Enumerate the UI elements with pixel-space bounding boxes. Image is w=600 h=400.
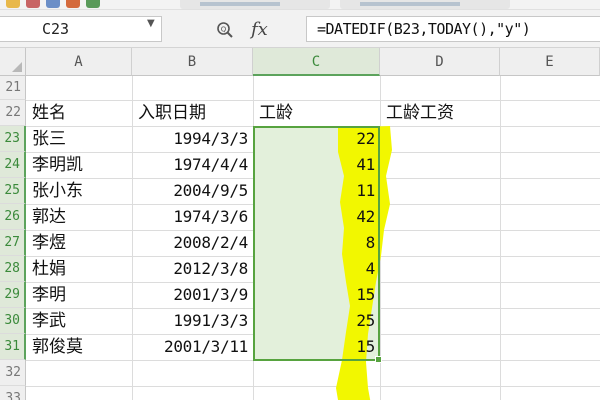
row-header[interactable]: 23	[0, 126, 26, 152]
header-seniority[interactable]: 工龄	[254, 100, 379, 126]
cell-seniority[interactable]: 11	[254, 178, 379, 204]
row-header[interactable]: 27	[0, 230, 26, 256]
zoom-icon[interactable]: Q	[216, 21, 234, 39]
column-header-c[interactable]: C	[253, 48, 380, 76]
column-header-e[interactable]: E	[500, 48, 600, 76]
cell-hire-date[interactable]: 2012/3/8	[133, 256, 252, 282]
chevron-down-icon[interactable]: ▼	[147, 18, 155, 29]
document-tab[interactable]	[180, 0, 330, 9]
svg-text:Q: Q	[221, 26, 227, 34]
cell-hire-date[interactable]: 2004/9/5	[133, 178, 252, 204]
cell-hire-date[interactable]: 1974/4/4	[133, 152, 252, 178]
cell-name[interactable]: 李明	[27, 282, 131, 308]
cell-name[interactable]: 郭达	[27, 204, 131, 230]
column-header-b[interactable]: B	[132, 48, 253, 76]
formula-bar: C23 ▼ Q fx =DATEDIF(B23,TODAY(),"y")	[0, 10, 600, 48]
cell-name[interactable]: 郭俊莫	[27, 334, 131, 360]
row-header[interactable]: 28	[0, 256, 26, 282]
row-header[interactable]: 32	[0, 360, 26, 386]
cell-seniority[interactable]: 15	[254, 334, 379, 360]
toolbar-icon[interactable]	[46, 0, 60, 8]
row-header[interactable]: 29	[0, 282, 26, 308]
cell-seniority[interactable]: 22	[254, 126, 379, 152]
cell-hire-date[interactable]: 1991/3/3	[133, 308, 252, 334]
row-header[interactable]: 21	[0, 76, 26, 100]
cell-seniority[interactable]: 4	[254, 256, 379, 282]
toolbar-icon[interactable]	[86, 0, 100, 8]
cell-seniority[interactable]: 8	[254, 230, 379, 256]
cell-name[interactable]: 李明凯	[27, 152, 131, 178]
cell-name[interactable]: 张三	[27, 126, 131, 152]
cell-hire-date[interactable]: 1994/3/3	[133, 126, 252, 152]
row-header[interactable]: 22	[0, 100, 26, 126]
document-tab[interactable]	[340, 0, 510, 9]
toolbar-icon[interactable]	[66, 0, 80, 8]
cell-seniority[interactable]: 42	[254, 204, 379, 230]
cell-name[interactable]: 李武	[27, 308, 131, 334]
row-header[interactable]: 24	[0, 152, 26, 178]
cell-name[interactable]: 李煜	[27, 230, 131, 256]
sheet-grid[interactable]: A B C D E 21 22 23 24 25 26 27 28 29 30 …	[0, 48, 600, 400]
formula-input[interactable]: =DATEDIF(B23,TODAY(),"y")	[306, 16, 600, 42]
cell-hire-date[interactable]: 2008/2/4	[133, 230, 252, 256]
row-header[interactable]: 31	[0, 334, 26, 360]
row-header[interactable]: 26	[0, 204, 26, 230]
header-hire-date[interactable]: 入职日期	[133, 100, 252, 126]
cell-hire-date[interactable]: 2001/3/9	[133, 282, 252, 308]
cell-hire-date[interactable]: 1974/3/6	[133, 204, 252, 230]
cell-seniority[interactable]: 25	[254, 308, 379, 334]
cell-name[interactable]: 杜娟	[27, 256, 131, 282]
cell-seniority[interactable]: 15	[254, 282, 379, 308]
row-header[interactable]: 33	[0, 386, 26, 400]
fill-handle[interactable]	[375, 356, 382, 363]
select-all-corner[interactable]	[0, 48, 26, 76]
toolbar-strip	[0, 0, 600, 10]
header-name[interactable]: 姓名	[27, 100, 131, 126]
name-box[interactable]: C23	[0, 16, 162, 42]
insert-function-button[interactable]: fx	[251, 19, 268, 40]
column-header-d[interactable]: D	[380, 48, 500, 76]
row-header[interactable]: 30	[0, 308, 26, 334]
toolbar-icon[interactable]	[26, 0, 40, 8]
cell-hire-date[interactable]: 2001/3/11	[133, 334, 252, 360]
header-seniority-pay[interactable]: 工龄工资	[381, 100, 499, 126]
toolbar-icon[interactable]	[6, 0, 20, 8]
cell-seniority[interactable]: 41	[254, 152, 379, 178]
row-header[interactable]: 25	[0, 178, 26, 204]
cell-name[interactable]: 张小东	[27, 178, 131, 204]
column-header-a[interactable]: A	[26, 48, 132, 76]
